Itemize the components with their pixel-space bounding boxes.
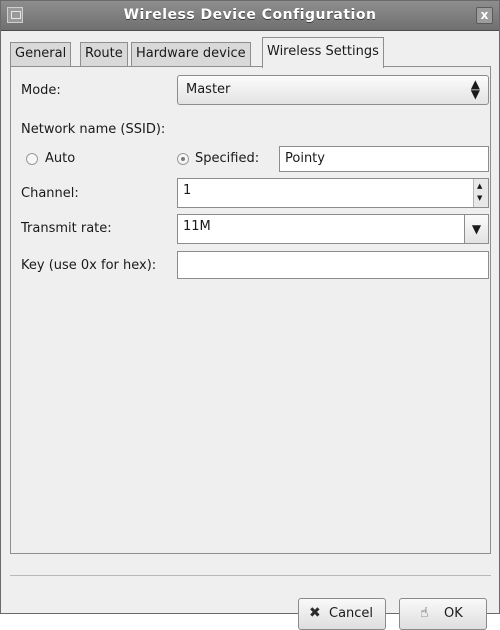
cancel-button[interactable]: ✖ Cancel	[298, 598, 386, 630]
spin-down-icon[interactable]: ▼	[477, 194, 482, 202]
key-label: Key (use 0x for hex):	[21, 258, 157, 273]
tab-label: Route	[85, 46, 123, 61]
tab-hardware-device[interactable]: Hardware device	[131, 42, 251, 67]
tab-general[interactable]: General	[10, 42, 72, 67]
channel-label: Channel:	[21, 186, 79, 201]
auto-radio-label[interactable]: Auto	[45, 151, 75, 166]
transmit-rate-value: 11M	[183, 219, 211, 234]
channel-value: 1	[183, 183, 192, 198]
title-bar[interactable]: Wireless Device Configuration x	[1, 1, 499, 31]
tab-wireless-settings[interactable]: Wireless Settings	[262, 37, 384, 68]
triangle-down-icon[interactable]: ▼	[464, 215, 488, 243]
ok-button[interactable]: ☝ OK	[399, 598, 487, 630]
channel-spin-buttons[interactable]: ▲ ▼	[473, 179, 488, 207]
button-separator	[10, 575, 491, 576]
mode-combo[interactable]: Master ▲ ▼	[177, 75, 489, 105]
specified-radio-label[interactable]: Specified:	[195, 151, 259, 166]
transmit-rate-combo[interactable]: 11M ▼	[177, 214, 489, 244]
channel-spinbox[interactable]: 1 ▲ ▼	[177, 178, 489, 208]
window-title: Wireless Device Configuration	[123, 7, 377, 23]
key-input[interactable]	[177, 251, 489, 279]
dialog-window: Wireless Device Configuration x General …	[0, 0, 500, 630]
transmit-rate-label: Transmit rate:	[21, 221, 112, 236]
tab-label: General	[15, 46, 67, 61]
wireless-settings-panel: Mode: Master ▲ ▼ Network name (SSID): Aut…	[10, 66, 491, 554]
ssid-input[interactable]: Pointy	[279, 146, 489, 172]
up-down-arrows-icon: ▲ ▼	[470, 77, 480, 101]
ssid-value: Pointy	[285, 151, 325, 166]
mode-value: Master	[186, 82, 231, 97]
x-mark-icon: ✖	[309, 605, 321, 621]
spin-up-icon[interactable]: ▲	[477, 182, 482, 190]
close-button[interactable]: x	[476, 7, 493, 24]
ssid-label: Network name (SSID):	[21, 122, 166, 137]
tab-label: Hardware device	[136, 46, 246, 61]
mode-label: Mode:	[21, 83, 61, 98]
hand-thumb-icon: ☝	[420, 605, 429, 621]
auto-radio[interactable]	[26, 153, 38, 165]
tab-label: Wireless Settings	[267, 44, 379, 59]
tab-route[interactable]: Route	[80, 42, 128, 67]
specified-radio[interactable]	[177, 153, 189, 165]
